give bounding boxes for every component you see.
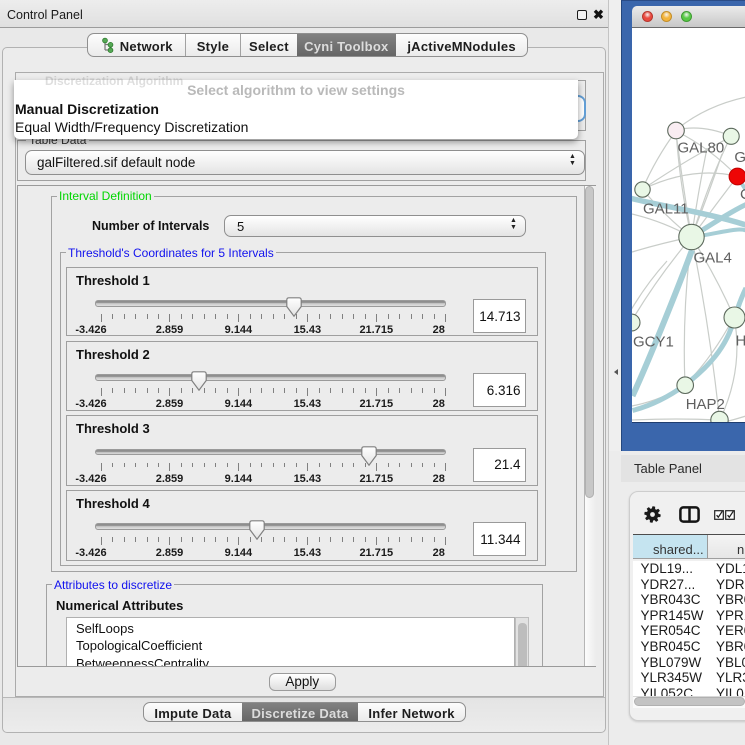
svg-text:GAL80: GAL80 bbox=[677, 139, 724, 156]
svg-text:HAP2: HAP2 bbox=[685, 396, 724, 413]
svg-text:GAL11: GAL11 bbox=[643, 200, 689, 217]
svg-text:GA: GA bbox=[734, 149, 745, 166]
svg-text:GAL4: GAL4 bbox=[693, 249, 731, 266]
svg-text:GCY1: GCY1 bbox=[633, 333, 674, 350]
svg-text:H: H bbox=[735, 332, 745, 349]
svg-text:C: C bbox=[740, 186, 745, 203]
